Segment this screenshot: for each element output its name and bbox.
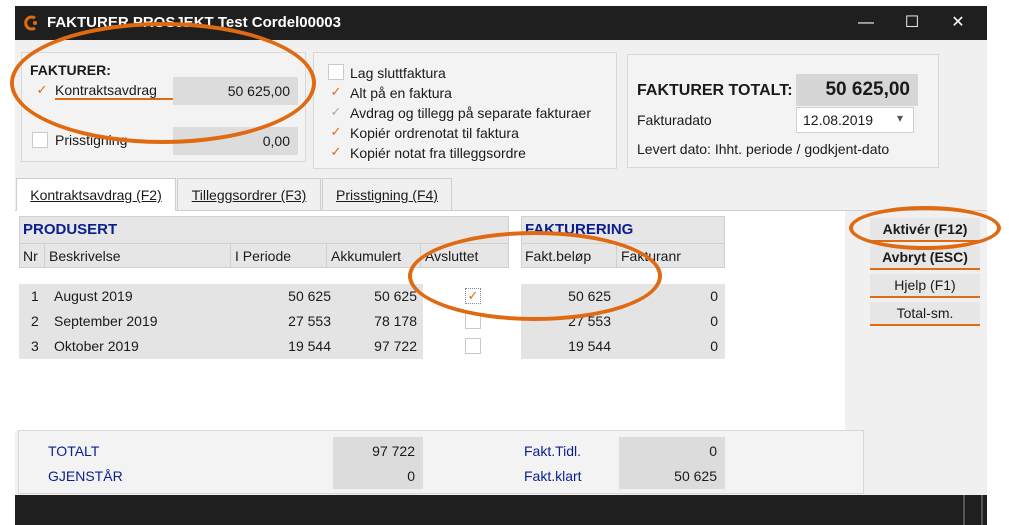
column-header-fakt-belop[interactable]: Fakt.beløp xyxy=(521,244,617,268)
fakturadato-value: 12.08.2019 xyxy=(803,112,874,128)
tab-tilleggsordrer[interactable]: Tilleggsordrer (F3) xyxy=(177,178,321,210)
gjenstar-value: 0 xyxy=(407,468,415,484)
fakt-tidl-value: 0 xyxy=(709,443,717,459)
row-nr: 1 xyxy=(31,288,39,304)
row-avsluttet-checkbox[interactable] xyxy=(465,313,481,329)
row-fakt-belop: 19 544 xyxy=(568,338,611,354)
prisstigning-checkbox[interactable] xyxy=(32,132,48,148)
row-fakt-belop: 50 625 xyxy=(568,288,611,304)
fakturadato-label: Fakturadato xyxy=(637,112,712,128)
fakturadato-select[interactable]: 12.08.2019 ▾ xyxy=(796,107,914,133)
row-beskrivelse: September 2019 xyxy=(54,313,158,329)
fakturering-heading: FAKTURERING xyxy=(525,221,634,238)
row-i-periode: 50 625 xyxy=(288,288,331,304)
summary-panel xyxy=(18,430,864,494)
row-fakt-belop: 27 553 xyxy=(568,313,611,329)
totalt-value: 97 722 xyxy=(372,443,415,459)
column-header-avsluttet[interactable]: Avsluttet xyxy=(421,244,509,268)
row-akkumulert: 78 178 xyxy=(374,313,417,329)
levert-dato-text: Levert dato: Ihht. periode / godkjent-da… xyxy=(637,141,890,157)
option-separate-fakturaer-checkbox[interactable]: ✓ xyxy=(328,105,344,121)
option-kopier-notat-label: Kopiér notat fra tilleggsordre xyxy=(350,145,526,161)
chevron-down-icon[interactable]: ▾ xyxy=(897,111,903,125)
option-lag-sluttfaktura-checkbox[interactable] xyxy=(328,64,344,80)
status-bar xyxy=(15,495,987,525)
row-nr: 3 xyxy=(31,338,39,354)
option-kopier-ordrenotat-label: Kopiér ordrenotat til faktura xyxy=(350,125,519,141)
totalt-label: TOTALT xyxy=(48,443,100,459)
avbryt-button[interactable]: Avbryt (ESC) xyxy=(870,246,980,270)
row-akkumulert: 50 625 xyxy=(374,288,417,304)
maximize-button[interactable]: ☐ xyxy=(889,6,935,40)
prisstigning-label: Prisstigning xyxy=(55,132,128,148)
total-sm-button[interactable]: Total-sm. xyxy=(870,302,980,326)
option-kopier-ordrenotat-checkbox[interactable]: ✓ xyxy=(328,125,344,141)
gjenstar-label: GJENSTÅR xyxy=(48,468,123,484)
title-bar[interactable]: FAKTURER PROSJEKT Test Cordel00003 — ☐ ✕ xyxy=(15,6,987,40)
fakt-tidl-label: Fakt.Tidl. xyxy=(524,443,582,459)
row-fakturanr: 0 xyxy=(710,313,718,329)
row-avsluttet-checkbox[interactable]: ✓ xyxy=(465,288,481,304)
minimize-button[interactable]: — xyxy=(843,6,889,40)
option-separate-fakturaer-label: Avdrag og tillegg på separate fakturaer xyxy=(350,105,592,121)
row-fakturanr: 0 xyxy=(710,338,718,354)
option-alt-pa-en-faktura-label: Alt på en faktura xyxy=(350,85,452,101)
row-beskrivelse: Oktober 2019 xyxy=(54,338,139,354)
tab-kontraktsavdrag[interactable]: Kontraktsavdrag (F2) xyxy=(16,178,176,211)
kontraktsavdrag-value: 50 625,00 xyxy=(173,77,298,105)
row-fakturanr: 0 xyxy=(710,288,718,304)
fakturer-totalt-heading: FAKTURER TOTALT: xyxy=(637,82,793,99)
row-i-periode: 27 553 xyxy=(288,313,331,329)
fakturer-totalt-value: 50 625,00 xyxy=(796,74,918,106)
option-alt-pa-en-faktura-checkbox[interactable]: ✓ xyxy=(328,85,344,101)
produsert-heading: PRODUSERT xyxy=(23,221,118,238)
row-beskrivelse: August 2019 xyxy=(54,288,133,304)
prisstigning-value: 0,00 xyxy=(173,127,298,155)
row-akkumulert: 97 722 xyxy=(374,338,417,354)
fakturer-heading: FAKTURER: xyxy=(30,62,111,78)
tab-prisstigning[interactable]: Prisstigning (F4) xyxy=(322,178,452,210)
option-kopier-notat-checkbox[interactable]: ✓ xyxy=(328,145,344,161)
column-header-beskrivelse[interactable]: Beskrivelse xyxy=(45,244,231,268)
hjelp-button[interactable]: Hjelp (F1) xyxy=(870,274,980,298)
option-lag-sluttfaktura-label: Lag sluttfaktura xyxy=(350,65,446,81)
window-title: FAKTURER PROSJEKT Test Cordel00003 xyxy=(47,14,341,31)
table-row[interactable]: 2 September 2019 27 553 78 178 27 553 0 xyxy=(19,309,725,334)
row-avsluttet-checkbox[interactable] xyxy=(465,338,481,354)
aktiver-button[interactable]: Aktivér (F12) xyxy=(870,218,980,242)
fakt-klart-value: 50 625 xyxy=(674,468,717,484)
app-logo-icon xyxy=(24,15,37,31)
table-row[interactable]: 3 Oktober 2019 19 544 97 722 19 544 0 xyxy=(19,334,725,359)
status-bar-divider xyxy=(963,495,965,525)
column-header-fakturanr[interactable]: Fakturanr xyxy=(617,244,725,268)
column-header-nr[interactable]: Nr xyxy=(19,244,45,268)
column-header-akkumulert[interactable]: Akkumulert xyxy=(327,244,421,268)
column-header-i-periode[interactable]: I Periode xyxy=(231,244,327,268)
table-row[interactable]: 1 August 2019 50 625 50 625 ✓ 50 625 0 xyxy=(19,284,725,309)
status-bar-divider xyxy=(981,495,983,525)
row-nr: 2 xyxy=(31,313,39,329)
fakt-klart-label: Fakt.klart xyxy=(524,468,582,484)
close-button[interactable]: ✕ xyxy=(935,6,981,40)
kontraktsavdrag-checkbox[interactable]: ✓ xyxy=(34,83,50,99)
row-i-periode: 19 544 xyxy=(288,338,331,354)
